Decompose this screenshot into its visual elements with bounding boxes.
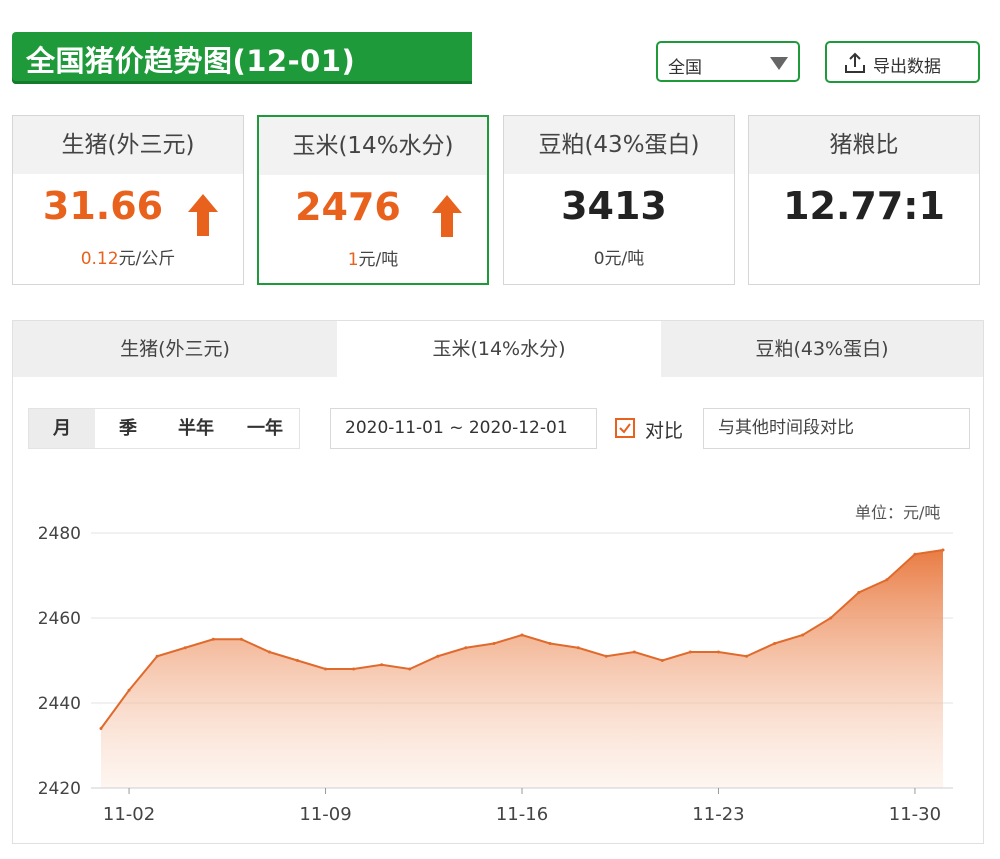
data-point [239, 637, 243, 641]
period-year-button[interactable]: 一年 [231, 409, 299, 448]
card-live-hog[interactable]: 生猪(外三元) 31.66 0.12元/公斤 [12, 115, 244, 285]
chart-panel: 生猪(外三元) 玉米(14%水分) 豆粕(43%蛋白) 月 季 半年 一年 20… [12, 320, 984, 844]
period-selector: 月 季 半年 一年 [28, 408, 300, 449]
upload-icon [845, 52, 865, 73]
data-point [183, 646, 187, 650]
data-point [885, 578, 889, 582]
data-point [127, 688, 131, 692]
y-tick-label: 2440 [38, 694, 81, 714]
page-title: 全国猪价趋势图(12-01) [26, 44, 356, 78]
card-delta-unit: 元/吨 [604, 249, 645, 269]
data-point [745, 654, 749, 658]
data-point [604, 654, 608, 658]
data-point [99, 727, 103, 730]
y-tick-label: 2460 [38, 609, 81, 629]
x-tick-label: 11-09 [299, 804, 351, 825]
data-point [688, 650, 692, 654]
data-point [857, 591, 861, 594]
export-data-button[interactable]: 导出数据 [825, 41, 980, 83]
data-point [267, 650, 271, 654]
data-point [660, 659, 664, 662]
data-point [492, 642, 496, 645]
x-tick-label: 11-30 [889, 804, 941, 825]
card-delta: 1元/吨 [259, 245, 487, 270]
arrow-up-icon [188, 194, 218, 236]
region-select-value: 全国 [668, 58, 702, 78]
x-tick-label: 11-23 [692, 804, 744, 825]
card-title: 玉米(14%水分) [259, 117, 487, 175]
date-range-picker[interactable]: 2020-11-01 ~ 2020-12-01 [330, 408, 597, 449]
y-tick-label: 2480 [38, 524, 81, 544]
card-title: 生猪(外三元) [13, 116, 243, 174]
tab-live-hog[interactable]: 生猪(外三元) [13, 321, 337, 377]
data-point [324, 667, 328, 671]
card-title: 猪粮比 [749, 116, 979, 174]
compare-checkbox[interactable] [615, 418, 635, 438]
price-area-chart: 2420 2440 2460 2480 11-02 11-09 11-16 11-23 11-3… [38, 524, 953, 825]
card-delta: 0元/吨 [504, 244, 734, 269]
data-point [352, 667, 356, 671]
card-value: 3413 [561, 184, 667, 228]
compare-period-input[interactable]: 与其他时间段对比 [703, 408, 970, 449]
data-point [913, 552, 917, 556]
arrow-up-icon [432, 195, 462, 237]
compare-label: 对比 [645, 420, 684, 442]
card-delta-number: 1 [347, 250, 359, 270]
card-delta-unit: 元/吨 [358, 250, 399, 270]
card-hog-grain-ratio[interactable]: 猪粮比 12.77:1 [748, 115, 980, 285]
data-point [211, 637, 215, 641]
period-half-year-button[interactable]: 半年 [161, 409, 231, 448]
data-point [576, 646, 580, 650]
card-delta-number: 0.12 [80, 249, 119, 269]
card-soymeal[interactable]: 豆粕(43%蛋白) 3413 0元/吨 [503, 115, 735, 285]
card-title: 豆粕(43%蛋白) [504, 116, 734, 174]
data-point [380, 663, 384, 667]
data-point [295, 659, 299, 662]
card-corn[interactable]: 玉米(14%水分) 2476 1元/吨 [257, 115, 489, 285]
title-banner: 全国猪价趋势图(12-01) [12, 32, 472, 84]
data-point [155, 654, 159, 658]
y-tick-label: 2420 [38, 779, 81, 799]
data-point [548, 642, 552, 645]
card-delta-unit: 元/公斤 [118, 249, 176, 269]
tab-soymeal[interactable]: 豆粕(43%蛋白) [661, 321, 983, 377]
card-delta-number: 0 [593, 249, 605, 269]
checkmark-icon [619, 423, 631, 434]
export-button-label: 导出数据 [873, 57, 941, 77]
card-value: 12.77:1 [783, 184, 945, 228]
period-month-button[interactable]: 月 [29, 409, 95, 448]
data-point [801, 633, 805, 637]
data-point [632, 650, 636, 654]
data-point [773, 642, 777, 645]
tab-corn[interactable]: 玉米(14%水分) [337, 321, 661, 377]
x-tick-label: 11-02 [103, 804, 155, 825]
data-point [941, 548, 945, 552]
area-fill [101, 550, 943, 788]
data-point [464, 646, 468, 650]
card-delta: 0.12元/公斤 [13, 244, 243, 269]
period-quarter-button[interactable]: 季 [95, 409, 161, 448]
data-point [520, 633, 524, 637]
region-select[interactable]: 全国 [656, 41, 800, 82]
x-tick-label: 11-16 [496, 804, 548, 825]
data-point [408, 667, 412, 671]
data-point [436, 654, 440, 658]
data-point [716, 650, 720, 654]
chevron-down-icon [770, 57, 788, 70]
data-point [829, 616, 833, 620]
